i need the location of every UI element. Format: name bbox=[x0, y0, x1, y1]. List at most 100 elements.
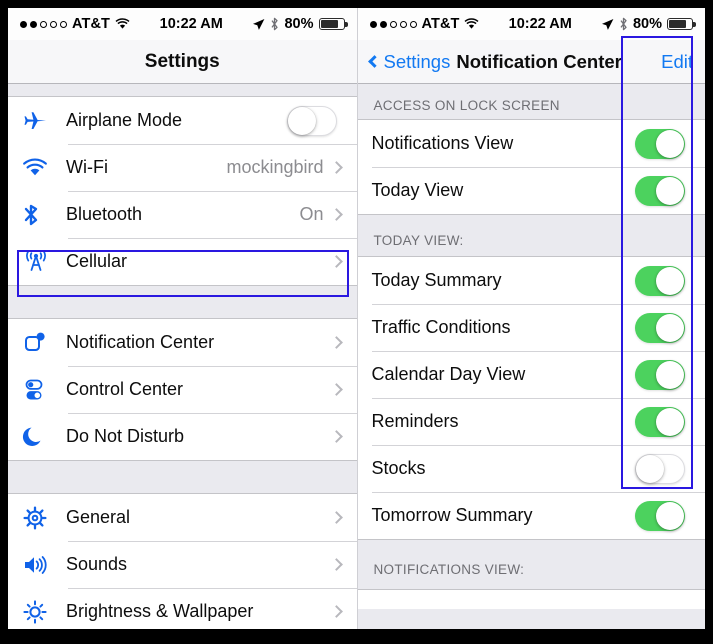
row-label: Tomorrow Summary bbox=[371, 505, 533, 525]
row-label: Brightness & Wallpaper bbox=[66, 601, 254, 621]
settings-row-bluetooth[interactable]: Bluetooth On bbox=[8, 191, 357, 238]
edit-button[interactable]: Edit bbox=[661, 51, 693, 73]
notification-center-icon bbox=[22, 330, 66, 356]
settings-row-wifi[interactable]: Wi-Fi mockingbird bbox=[8, 144, 357, 191]
row-stocks[interactable]: Stocks bbox=[357, 445, 705, 492]
signal-strength-dots bbox=[369, 20, 417, 28]
row-label: General bbox=[66, 507, 131, 527]
row-label: Reminders bbox=[371, 411, 459, 431]
airplane-mode-toggle[interactable] bbox=[286, 105, 337, 136]
row-label: Control Center bbox=[66, 379, 184, 399]
reminders-toggle[interactable] bbox=[635, 406, 685, 437]
status-left-group: AT&T bbox=[20, 16, 130, 32]
row-label: Cellular bbox=[66, 251, 128, 271]
chevron-right-icon bbox=[329, 558, 343, 571]
row-today-view[interactable]: Today View bbox=[357, 167, 705, 214]
row-label: Today View bbox=[371, 180, 464, 200]
row-value: On bbox=[299, 204, 324, 224]
settings-row-cellular[interactable]: Cellular bbox=[8, 238, 357, 285]
settings-group-notifications: Notification Center Control Center Do No… bbox=[8, 318, 357, 461]
row-label: Calendar Day View bbox=[371, 364, 526, 384]
status-bar-left: AT&T 10:22 AM 80% bbox=[8, 8, 357, 40]
row-label: Bluetooth bbox=[66, 204, 143, 224]
row-label: Today Summary bbox=[371, 270, 502, 290]
notifications-view-toggle[interactable] bbox=[635, 128, 685, 159]
signal-strength-dots bbox=[20, 20, 67, 28]
chevron-right-icon bbox=[329, 511, 343, 524]
row-notifications-view[interactable]: Notifications View bbox=[357, 120, 705, 167]
chevron-right-icon bbox=[329, 383, 343, 396]
section-group-access-lock-screen: Notifications View Today View bbox=[357, 119, 705, 215]
battery-icon bbox=[667, 18, 696, 30]
traffic-conditions-toggle[interactable] bbox=[635, 312, 685, 343]
calendar-day-view-toggle[interactable] bbox=[635, 359, 685, 390]
settings-scroll[interactable]: Airplane Mode Wi-Fi mockingbird Bluetoot… bbox=[8, 84, 357, 629]
chevron-right-icon bbox=[329, 255, 343, 268]
tomorrow-summary-toggle[interactable] bbox=[635, 500, 685, 531]
status-right-group: 80% bbox=[252, 16, 348, 32]
row-today-summary[interactable]: Today Summary bbox=[357, 257, 705, 304]
today-view-toggle[interactable] bbox=[635, 175, 685, 206]
bluetooth-icon bbox=[22, 202, 66, 228]
control-center-icon bbox=[22, 377, 66, 403]
stocks-toggle[interactable] bbox=[635, 453, 685, 484]
settings-group-connectivity: Airplane Mode Wi-Fi mockingbird Bluetoot… bbox=[8, 96, 357, 286]
chevron-right-icon bbox=[329, 605, 343, 618]
nav-bar-left: Settings bbox=[8, 40, 357, 84]
settings-row-do-not-disturb[interactable]: Do Not Disturb bbox=[8, 413, 357, 460]
settings-row-control-center[interactable]: Control Center bbox=[8, 366, 357, 413]
brightness-icon bbox=[22, 599, 66, 625]
status-bar-right: AT&T 10:22 AM 80% bbox=[357, 8, 705, 40]
device-frame: AT&T 10:22 AM 80% Settings Airplane Mode… bbox=[0, 0, 713, 644]
location-arrow-icon bbox=[601, 18, 614, 31]
page-title: Settings bbox=[144, 50, 220, 72]
row-value: mockingbird bbox=[226, 157, 324, 177]
wifi-icon bbox=[22, 158, 66, 178]
chevron-left-icon bbox=[367, 54, 381, 68]
settings-row-sounds[interactable]: Sounds bbox=[8, 541, 357, 588]
row-label: Stocks bbox=[371, 458, 426, 478]
status-right-group: 80% bbox=[601, 16, 696, 32]
today-summary-toggle[interactable] bbox=[635, 265, 685, 296]
gear-icon bbox=[22, 505, 66, 531]
section-header-notifications-view: NOTIFICATIONS VIEW: bbox=[357, 540, 705, 589]
speaker-icon bbox=[22, 553, 66, 577]
carrier-label: AT&T bbox=[421, 16, 460, 32]
screenshot-panes: AT&T 10:22 AM 80% Settings Airplane Mode… bbox=[8, 8, 705, 629]
section-group-today-view: Today Summary Traffic Conditions Calenda… bbox=[357, 256, 705, 540]
settings-row-brightness-wallpaper[interactable]: Brightness & Wallpaper bbox=[8, 588, 357, 629]
row-label: Wi-Fi bbox=[66, 157, 108, 177]
settings-row-airplane-mode[interactable]: Airplane Mode bbox=[8, 97, 357, 144]
carrier-label: AT&T bbox=[72, 16, 110, 32]
status-left-group: AT&T bbox=[369, 16, 480, 32]
settings-row-notification-center[interactable]: Notification Center bbox=[8, 319, 357, 366]
section-group-notifications-view bbox=[357, 589, 705, 609]
moon-icon bbox=[22, 424, 66, 450]
clock-right: 10:22 AM bbox=[508, 16, 572, 32]
battery-percent-label: 80% bbox=[632, 16, 662, 32]
row-label: Sounds bbox=[66, 554, 128, 574]
chevron-right-icon bbox=[329, 208, 343, 221]
row-tomorrow-summary[interactable]: Tomorrow Summary bbox=[357, 492, 705, 539]
row-traffic-conditions[interactable]: Traffic Conditions bbox=[357, 304, 705, 351]
chevron-right-icon bbox=[329, 430, 343, 443]
cellular-tower-icon bbox=[22, 249, 66, 275]
section-header-access-lock-screen: ACCESS ON LOCK SCREEN bbox=[357, 84, 705, 119]
back-button[interactable]: Settings bbox=[367, 50, 451, 73]
settings-group-general: General Sounds Brightness & Wallpaper bbox=[8, 493, 357, 629]
settings-row-general[interactable]: General bbox=[8, 494, 357, 541]
back-button-label: Settings bbox=[383, 50, 451, 72]
row-label: Do Not Disturb bbox=[66, 426, 185, 446]
row-label: Notification Center bbox=[66, 332, 215, 352]
wifi-icon bbox=[464, 18, 479, 30]
settings-pane: AT&T 10:22 AM 80% Settings Airplane Mode… bbox=[8, 8, 357, 629]
row-calendar-day-view[interactable]: Calendar Day View bbox=[357, 351, 705, 398]
spacer bbox=[8, 461, 357, 493]
wifi-icon bbox=[115, 18, 130, 30]
battery-icon bbox=[318, 18, 348, 30]
row-reminders[interactable]: Reminders bbox=[357, 398, 705, 445]
nav-bar-right: Settings Notification Center Edit bbox=[357, 40, 705, 84]
bluetooth-icon bbox=[270, 17, 279, 31]
notification-center-scroll[interactable]: ACCESS ON LOCK SCREEN Notifications View… bbox=[357, 84, 705, 629]
clock-left: 10:22 AM bbox=[159, 16, 223, 32]
